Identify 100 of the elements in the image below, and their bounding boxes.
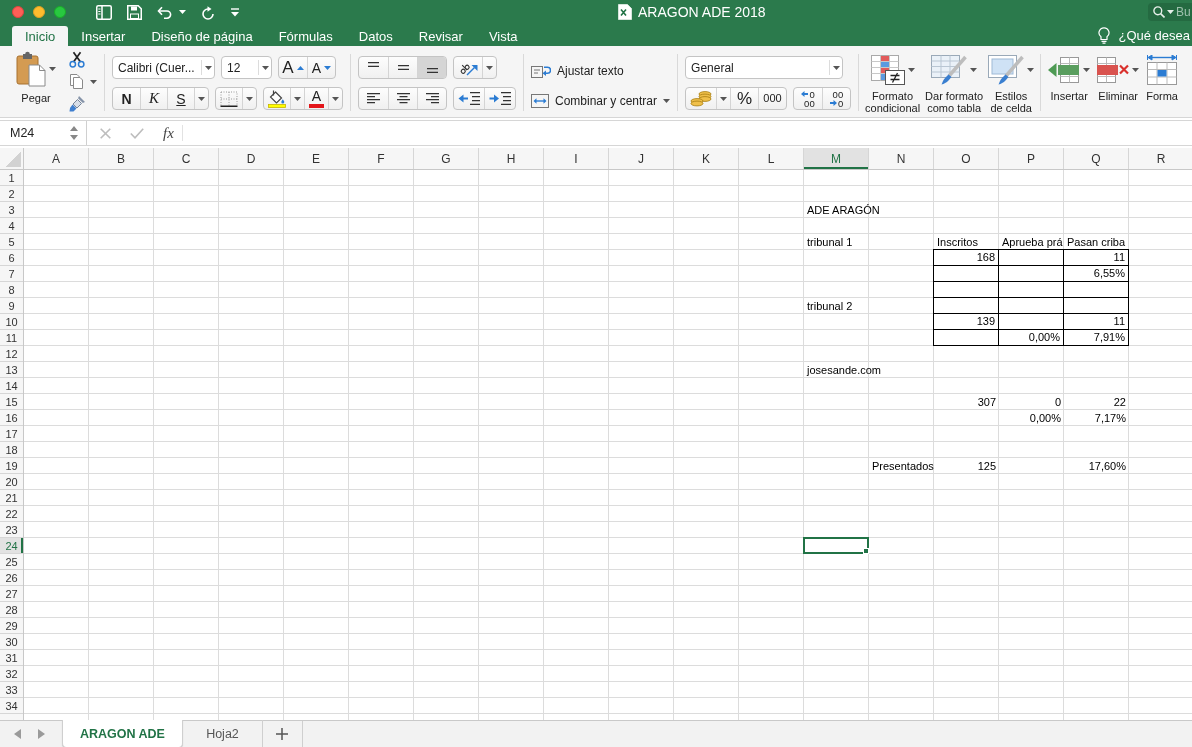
row-header[interactable]: 11 (0, 330, 23, 346)
format-as-table-button[interactable]: Dar formato como tabla (924, 54, 985, 114)
underline-button[interactable]: S (167, 88, 194, 109)
bordered-cell[interactable] (999, 282, 1064, 298)
row-header[interactable]: 10 (0, 314, 23, 330)
bordered-cell[interactable]: 6,55% (1064, 266, 1129, 282)
row-header[interactable]: 24 (0, 538, 23, 554)
sheet-tab[interactable]: Hoja2 (182, 720, 263, 747)
column-header[interactable]: G (414, 148, 479, 169)
bordered-cell[interactable]: 168 (933, 249, 999, 266)
thousands-button[interactable]: 000 (758, 88, 787, 109)
row-header[interactable]: 20 (0, 474, 23, 490)
column-header[interactable]: D (219, 148, 284, 169)
row-header[interactable]: 9 (0, 298, 23, 314)
column-header[interactable]: O (934, 148, 999, 169)
column-header[interactable]: C (154, 148, 219, 169)
row-header[interactable]: 19 (0, 458, 23, 474)
align-bottom-button[interactable] (417, 57, 446, 78)
row-header[interactable]: 14 (0, 378, 23, 394)
decrease-decimals-button[interactable]: 00 0 (822, 88, 851, 109)
column-header[interactable]: A (24, 148, 89, 169)
column-header[interactable]: E (284, 148, 349, 169)
row-header[interactable]: 22 (0, 506, 23, 522)
fill-handle[interactable] (863, 548, 869, 554)
column-header[interactable]: P (999, 148, 1064, 169)
row-header[interactable]: 4 (0, 218, 23, 234)
conditional-format-button[interactable]: Formato condicional (864, 54, 922, 114)
row-header[interactable]: 26 (0, 570, 23, 586)
column-header[interactable]: F (349, 148, 414, 169)
row-header[interactable]: 5 (0, 234, 23, 250)
row-header[interactable]: 8 (0, 282, 23, 298)
percent-button[interactable]: % (730, 88, 759, 109)
increase-decimals-button[interactable]: 0 00 (794, 88, 823, 109)
orientation-menu-button[interactable] (482, 57, 496, 78)
bordered-cell[interactable] (933, 330, 999, 346)
grow-font-button[interactable]: A (279, 57, 307, 78)
cell-grid[interactable]: ADE ARAGÓN tribunal 1 Inscritos Aprueba prá Pasan criba 168 11 6,55% tribunal 2 139 11 0,00% 7,91% josesande.com 307 0 22 0,00% 7,17% Presentados 125 17,60% (24, 170, 1192, 720)
ribbon-tab[interactable]: Vista (475, 26, 531, 46)
bordered-cell[interactable] (999, 298, 1064, 314)
row-header[interactable]: 2 (0, 186, 23, 202)
row-header[interactable]: 28 (0, 602, 23, 618)
bordered-cell[interactable] (999, 314, 1064, 330)
ribbon-tab[interactable]: Revisar (405, 26, 476, 46)
active-cell[interactable] (803, 537, 869, 554)
row-header[interactable]: 31 (0, 650, 23, 666)
font-color-button[interactable]: A (304, 88, 328, 109)
row-header[interactable]: 21 (0, 490, 23, 506)
row-header[interactable]: 7 (0, 266, 23, 282)
column-header[interactable]: N (869, 148, 934, 169)
stepper-icon[interactable] (70, 126, 78, 140)
paintbrush-icon[interactable] (69, 95, 86, 112)
row-header[interactable]: 17 (0, 426, 23, 442)
bordered-cell[interactable]: 11 (1064, 249, 1129, 266)
row-header[interactable]: 25 (0, 554, 23, 570)
shrink-font-button[interactable]: A (307, 57, 335, 78)
tell-me-field[interactable]: ¿Qué desea (1098, 26, 1192, 44)
column-header[interactable]: I (544, 148, 609, 169)
scissors-icon[interactable] (69, 51, 85, 68)
ribbon-tab[interactable]: Datos (345, 26, 406, 46)
font-color-menu-button[interactable] (328, 88, 342, 109)
ribbon-tab[interactable]: Diseño de página (138, 26, 266, 46)
bordered-cell[interactable]: 139 (933, 314, 999, 330)
column-header[interactable]: J (609, 148, 674, 169)
bordered-cell[interactable] (933, 266, 999, 282)
bordered-cell[interactable] (1064, 298, 1129, 314)
ribbon-tab[interactable]: Fórmulas (265, 26, 346, 46)
font-name-field[interactable]: Calibri (Cuer... (112, 56, 215, 79)
ribbon-tab[interactable]: Inicio (12, 26, 69, 46)
row-header[interactable]: 16 (0, 410, 23, 426)
paste-button[interactable]: Pegar (15, 51, 57, 104)
delete-button[interactable]: Eliminar (1096, 54, 1141, 102)
wrap-text-button[interactable]: Ajustar texto (531, 62, 671, 80)
minimize-button[interactable] (33, 6, 45, 18)
bordered-cell[interactable] (1064, 282, 1129, 298)
row-header[interactable]: 30 (0, 634, 23, 650)
row-header[interactable]: 3 (0, 202, 23, 218)
underline-menu-button[interactable] (194, 88, 208, 109)
bold-button[interactable]: N (113, 88, 140, 109)
bordered-cell[interactable] (933, 282, 999, 298)
ribbon-tab[interactable]: Insertar (68, 26, 139, 46)
row-header[interactable]: 34 (0, 698, 23, 714)
borders-menu-button[interactable] (242, 88, 256, 109)
bordered-cell[interactable]: 11 (1064, 314, 1129, 330)
number-format-field[interactable]: General (685, 56, 844, 79)
column-header[interactable]: R (1129, 148, 1192, 169)
row-header[interactable]: 18 (0, 442, 23, 458)
column-header[interactable]: K (674, 148, 739, 169)
bordered-cell[interactable]: 0,00% (999, 330, 1064, 346)
row-header[interactable]: 33 (0, 682, 23, 698)
row-header[interactable]: 6 (0, 250, 23, 266)
column-header[interactable]: H (479, 148, 544, 169)
insert-function-button[interactable]: fx (163, 124, 174, 142)
row-header[interactable]: 29 (0, 618, 23, 634)
checkmark-icon[interactable] (130, 127, 144, 139)
font-size-field[interactable]: 12 (221, 56, 272, 79)
row-header[interactable]: 15 (0, 394, 23, 410)
cell-styles-button[interactable]: Estilos de celda (987, 54, 1036, 114)
row-header[interactable]: 13 (0, 362, 23, 378)
customize-icon[interactable] (230, 7, 240, 17)
name-box[interactable]: M24 (0, 121, 87, 145)
